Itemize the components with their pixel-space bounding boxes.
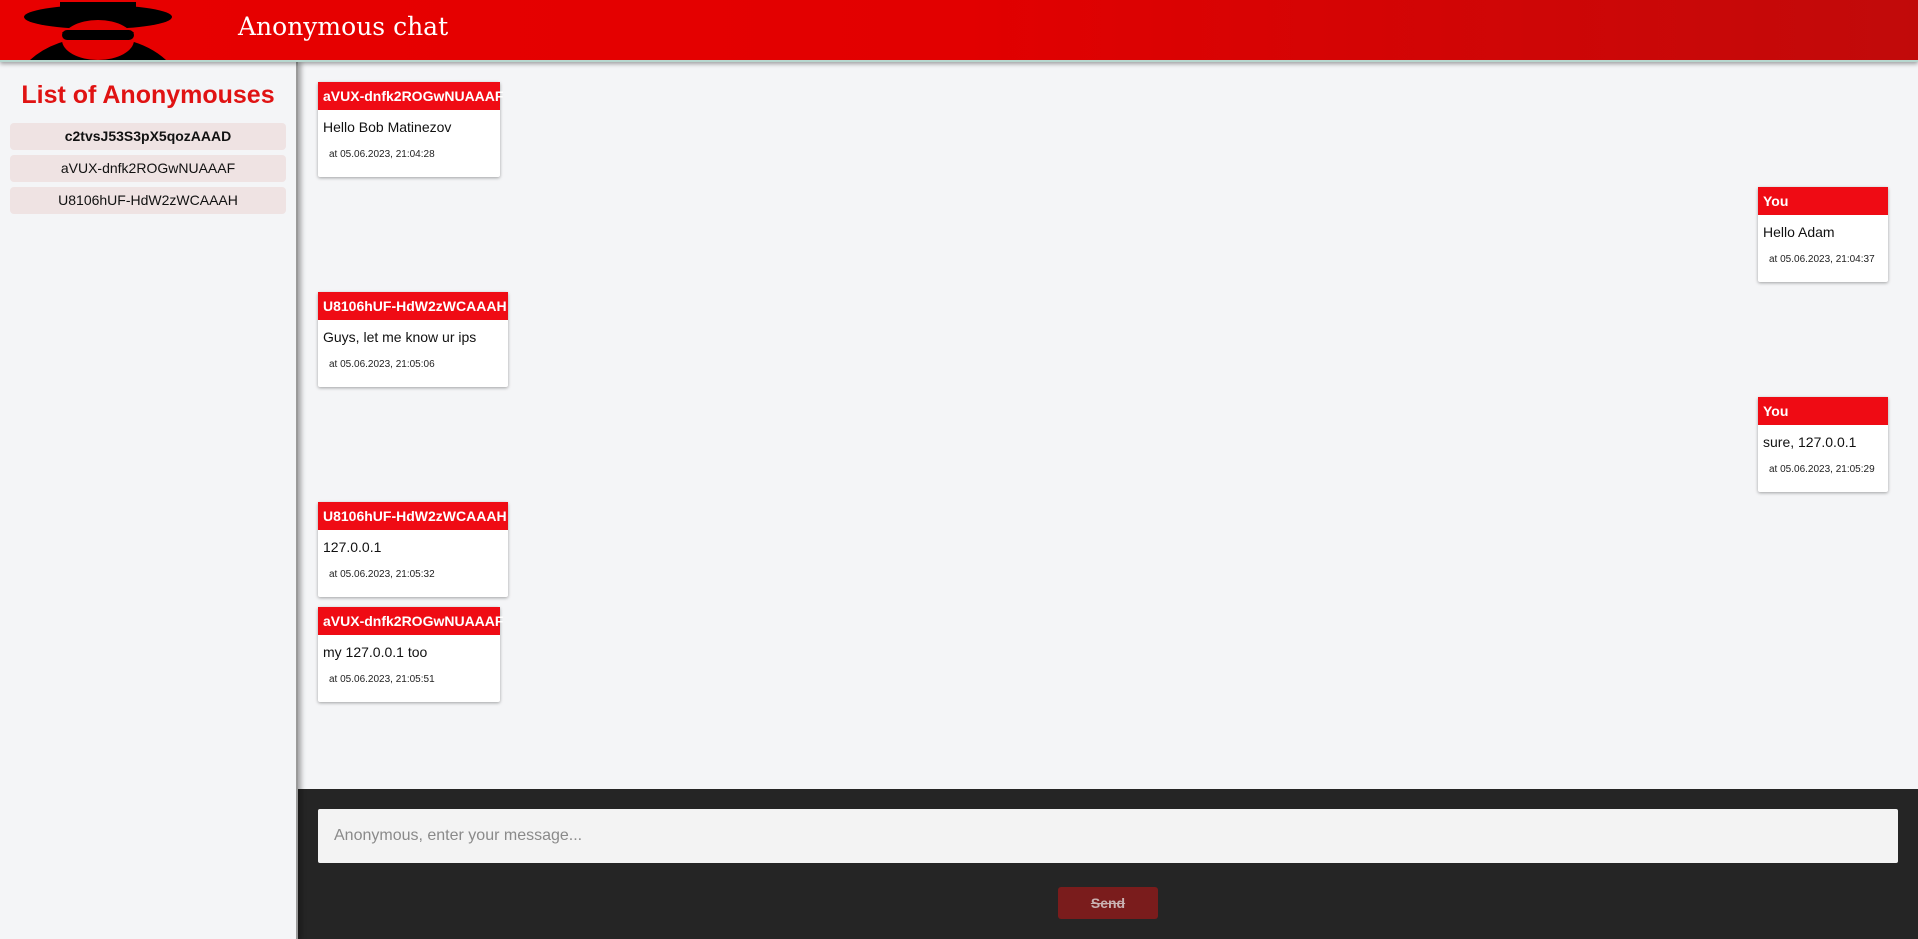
anonymous-hat-glasses-icon <box>24 2 172 60</box>
user-list-item[interactable]: aVUX-dnfk2ROGwNUAAAF <box>10 155 286 182</box>
message-input[interactable] <box>318 809 1898 863</box>
message-card: U8106hUF-HdW2zWCAAAH 127.0.0.1 at 05.06.… <box>318 502 508 597</box>
own-message-card: You sure, 127.0.0.1 at 05.06.2023, 21:05… <box>1758 397 1888 492</box>
message-card: aVUX-dnfk2ROGwNUAAAF Hello Bob Matinezov… <box>318 82 503 177</box>
message-text: Hello Bob Matinezov <box>323 119 452 135</box>
message-text: my 127.0.0.1 too <box>323 644 428 660</box>
message-author: U8106hUF-HdW2zWCAAAH <box>318 502 508 530</box>
sidebar-title: List of Anonymouses <box>21 81 275 109</box>
message-composer: Send <box>298 789 1918 939</box>
user-list-item[interactable]: U8106hUF-HdW2zWCAAAH <box>10 187 286 214</box>
message-text: sure, 127.0.0.1 <box>1763 434 1857 450</box>
message-time: at 05.06.2023, 21:05:06 <box>329 359 435 370</box>
user-list-item[interactable]: c2tvsJ53S3pX5qozAAAD <box>10 123 286 150</box>
message-time: at 05.06.2023, 21:04:28 <box>329 149 435 160</box>
app-header: Anonymous chat <box>0 0 1918 62</box>
send-button[interactable]: Send <box>1058 887 1158 919</box>
message-card: U8106hUF-HdW2zWCAAAH Guys, let me know u… <box>318 292 508 387</box>
message-author: U8106hUF-HdW2zWCAAAH <box>318 292 508 320</box>
own-message-card: You Hello Adam at 05.06.2023, 21:04:37 <box>1758 187 1888 282</box>
user-list: c2tvsJ53S3pX5qozAAAD aVUX-dnfk2ROGwNUAAA… <box>0 123 296 214</box>
message-text: Guys, let me know ur ips <box>323 329 477 345</box>
message-text: Hello Adam <box>1763 224 1835 240</box>
message-time: at 05.06.2023, 21:04:37 <box>1769 254 1875 265</box>
message-author: aVUX-dnfk2ROGwNUAAAF <box>318 607 503 635</box>
message-author: You <box>1758 397 1888 425</box>
message-text: 127.0.0.1 <box>323 539 382 555</box>
message-time: at 05.06.2023, 21:05:29 <box>1769 464 1875 475</box>
message-time: at 05.06.2023, 21:05:32 <box>329 569 435 580</box>
sidebar: List of Anonymouses c2tvsJ53S3pX5qozAAAD… <box>0 62 298 939</box>
chat-area: aVUX-dnfk2ROGwNUAAAF Hello Bob Matinezov… <box>298 62 1918 789</box>
app-title: Anonymous chat <box>238 12 449 41</box>
message-card: aVUX-dnfk2ROGwNUAAAF my 127.0.0.1 too at… <box>318 607 503 702</box>
message-time: at 05.06.2023, 21:05:51 <box>329 674 435 685</box>
message-author: You <box>1758 187 1888 215</box>
message-author: aVUX-dnfk2ROGwNUAAAF <box>318 82 503 110</box>
